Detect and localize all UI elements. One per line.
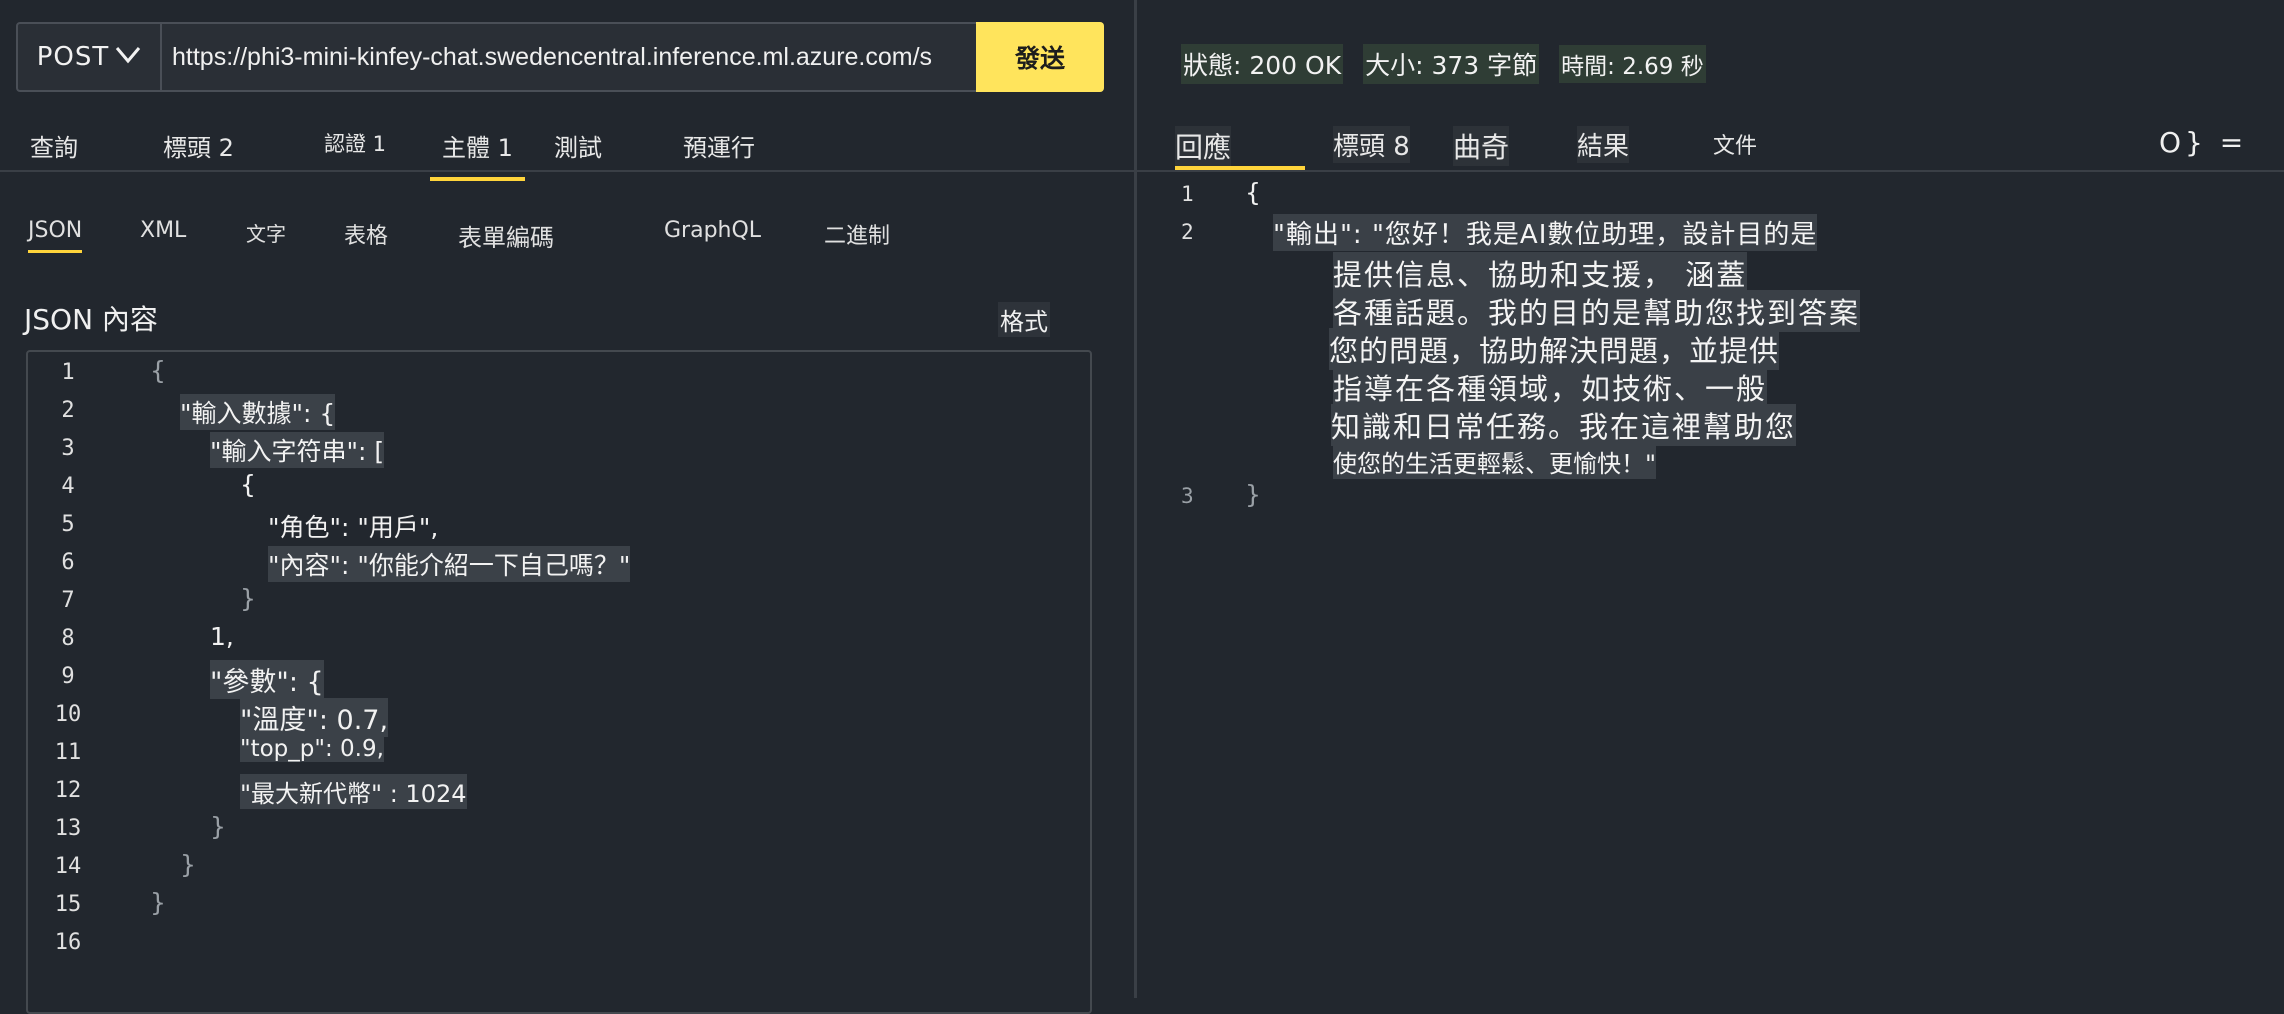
code-line: 使您的生活更輕鬆、更愉快！" bbox=[1333, 444, 1657, 479]
tab-headers[interactable]: 標頭 2 bbox=[161, 128, 236, 169]
tab-results[interactable]: 結果 bbox=[1577, 126, 1630, 163]
line-number: 10 bbox=[54, 702, 82, 727]
body-tab-json[interactable]: JSON bbox=[28, 218, 83, 253]
tab-body[interactable]: 主體 1 bbox=[430, 128, 525, 181]
code-line: "輸入數據": { bbox=[180, 394, 336, 430]
line-number: 1 bbox=[61, 360, 75, 385]
code-line: { bbox=[240, 470, 256, 499]
line-number: 14 bbox=[54, 854, 82, 879]
code-line: } bbox=[210, 812, 226, 841]
code-line: "輸入字符串": [ bbox=[210, 432, 385, 468]
line-number: 7 bbox=[61, 588, 75, 613]
method-select[interactable]: POST bbox=[18, 24, 162, 90]
code-line: 指導在各種領域，如技術、一般 bbox=[1333, 366, 1768, 408]
line-number: 6 bbox=[61, 550, 75, 575]
code-line: "角色": "用戶", bbox=[268, 513, 439, 542]
url-input[interactable]: https://phi3-mini-kinfey-chat.swedencent… bbox=[162, 24, 976, 90]
line-number: 5 bbox=[61, 512, 75, 537]
status-badge: 狀態: 200 OK bbox=[1181, 44, 1344, 84]
line-number: 13 bbox=[54, 816, 82, 841]
code-line: } bbox=[1245, 480, 1261, 509]
tab-response-headers[interactable]: 標頭 8 bbox=[1333, 126, 1410, 163]
line-number: 9 bbox=[61, 664, 75, 689]
format-button[interactable]: 格式 bbox=[998, 302, 1050, 337]
line-number: 2 bbox=[61, 398, 75, 423]
code-line: "輸出": "您好！我是AI數位助理，設計目的是 bbox=[1273, 214, 1818, 251]
json-content-title: JSON 內容 bbox=[24, 303, 158, 336]
code-line: } bbox=[240, 584, 256, 613]
code-line: { bbox=[1245, 178, 1261, 207]
line-number: 12 bbox=[54, 778, 82, 803]
line-number: 8 bbox=[61, 626, 75, 651]
code-line: 知識和日常任務。我在這裡幫助您 bbox=[1331, 404, 1797, 446]
line-number: 3 bbox=[61, 436, 75, 461]
send-button[interactable]: 發送 bbox=[976, 22, 1104, 92]
request-pane: POST https://phi3-mini-kinfey-chat.swede… bbox=[0, 0, 1134, 1014]
tab-pre-run[interactable]: 預運行 bbox=[681, 128, 757, 169]
line-number: 4 bbox=[61, 474, 75, 499]
tab-cookies[interactable]: 曲奇 bbox=[1453, 126, 1510, 166]
line-number: 15 bbox=[54, 892, 82, 917]
line-number: 11 bbox=[54, 740, 82, 765]
size-badge: 大小: 373 字節 bbox=[1363, 44, 1540, 84]
line-number: 2 bbox=[1181, 220, 1194, 244]
time-badge: 時間: 2.69 秒 bbox=[1559, 45, 1706, 83]
body-tab-binary[interactable]: 二進制 bbox=[824, 218, 890, 258]
tabs-divider bbox=[0, 170, 1134, 172]
tab-auth[interactable]: 認證 1 bbox=[322, 128, 388, 164]
tab-docs[interactable]: 文件 bbox=[1713, 128, 1757, 160]
code-line: 1, bbox=[210, 622, 234, 651]
body-tab-form-encoded[interactable]: 表單編碼 bbox=[458, 218, 554, 261]
request-bar: POST https://phi3-mini-kinfey-chat.swede… bbox=[16, 22, 1104, 92]
code-line: "內容": "你能介紹一下自己嗎？" bbox=[268, 546, 631, 582]
json-editor[interactable]: 1 2 3 4 5 6 7 8 9 10 11 12 13 14 15 16 {… bbox=[26, 350, 1092, 1014]
body-tab-text[interactable]: 文字 bbox=[246, 218, 286, 255]
code-line: "top_p": 0.9, bbox=[240, 736, 384, 762]
response-status-row: 狀態: 200 OK 大小: 373 字節 時間: 2.69 秒 bbox=[1181, 44, 1706, 84]
code-line: } bbox=[150, 888, 166, 917]
view-toggle-icon[interactable]: O} = bbox=[2159, 126, 2247, 159]
line-number: 16 bbox=[54, 930, 82, 955]
tab-tests[interactable]: 測試 bbox=[552, 128, 604, 169]
code-line: "最大新代幣" : 1024 bbox=[240, 774, 467, 809]
body-tab-table[interactable]: 表格 bbox=[344, 218, 388, 258]
code-line: 各種話題。我的目的是幫助您找到答案 bbox=[1333, 290, 1861, 332]
response-pane: 狀態: 200 OK 大小: 373 字節 時間: 2.69 秒 回應 標頭 8… bbox=[1137, 0, 2284, 998]
tab-response[interactable]: 回應 bbox=[1175, 126, 1232, 166]
code-line: 提供信息、協助和支援， 涵蓋 bbox=[1333, 252, 1748, 294]
tab-query[interactable]: 查詢 bbox=[28, 128, 80, 169]
code-line: "參數": { bbox=[210, 660, 324, 699]
body-tab-graphql[interactable]: GraphQL bbox=[664, 218, 761, 251]
method-label: POST bbox=[36, 42, 110, 72]
tabs-divider bbox=[1137, 170, 2284, 172]
line-number: 1 bbox=[1181, 182, 1194, 206]
chevron-down-icon bbox=[115, 42, 141, 72]
code-line: } bbox=[180, 850, 196, 879]
body-tab-xml[interactable]: XML bbox=[140, 218, 186, 251]
code-line: 您的問題，協助解決問題，並提供 bbox=[1329, 328, 1780, 370]
code-line: "溫度": 0.7, bbox=[240, 698, 389, 737]
line-number: 3 bbox=[1181, 484, 1194, 508]
code-line: { bbox=[150, 356, 166, 385]
